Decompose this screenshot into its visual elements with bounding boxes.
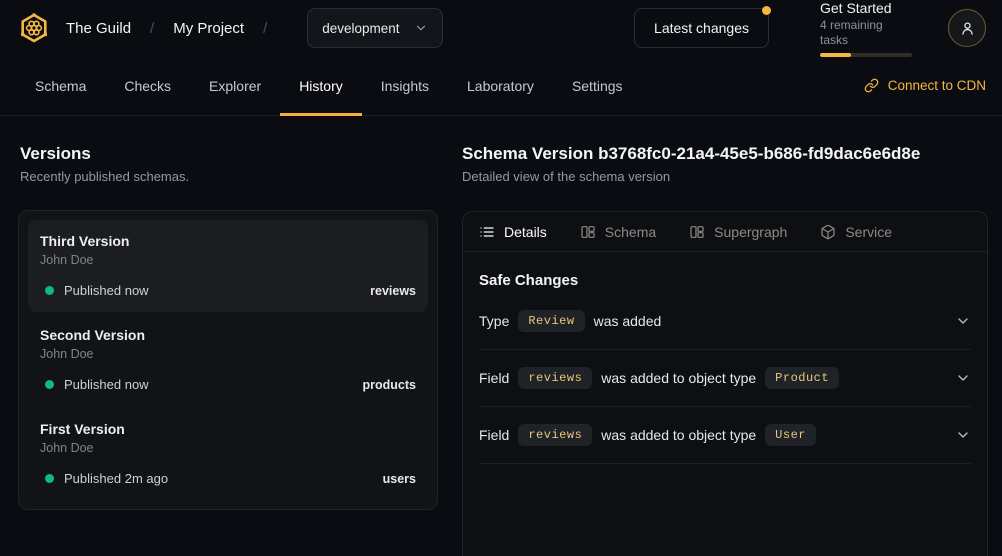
detail-tab-supergraph[interactable]: Supergraph: [689, 224, 787, 240]
header-right-cluster: Latest changes Get Started 4 remaining t…: [634, 0, 986, 57]
change-row-field-product[interactable]: Field reviews was added to object type P…: [479, 350, 971, 407]
chevron-down-icon[interactable]: [955, 313, 971, 329]
main-content: Versions Recently published schemas. Thi…: [0, 116, 1002, 556]
tab-label: Settings: [572, 78, 623, 94]
get-started-title: Get Started: [820, 0, 912, 17]
version-author: John Doe: [40, 347, 416, 361]
change-kind: Type: [479, 313, 509, 329]
schema-version-panel: Schema Version b3768fc0-21a4-45e5-b686-f…: [462, 116, 988, 556]
published-label: Published now: [64, 283, 149, 298]
versions-title: Versions: [20, 144, 438, 164]
change-type-badge: Product: [765, 367, 839, 389]
chevron-down-icon: [414, 21, 428, 35]
version-item-first[interactable]: First Version John Doe Published 2m ago …: [28, 408, 428, 500]
change-row-field-user[interactable]: Field reviews was added to object type U…: [479, 407, 971, 464]
version-status-row: Published 2m ago users: [40, 471, 416, 486]
version-author: John Doe: [40, 441, 416, 455]
tab-label: Schema: [35, 78, 86, 94]
list-icon: [479, 224, 495, 240]
breadcrumb-org[interactable]: The Guild: [66, 20, 131, 37]
hive-logo-icon[interactable]: [16, 10, 52, 46]
connect-to-cdn-link[interactable]: Connect to CDN: [864, 56, 986, 115]
schema-version-detail-card: Details Schema Sup: [462, 211, 988, 556]
version-name: Third Version: [40, 232, 416, 250]
link-icon: [864, 78, 879, 93]
change-kind: Field: [479, 370, 509, 386]
target-dropdown-value: development: [322, 21, 399, 36]
published-label: Published now: [64, 377, 149, 392]
change-description: was added to object type: [601, 427, 756, 443]
tab-history[interactable]: History: [280, 56, 362, 115]
chevron-down-icon[interactable]: [955, 370, 971, 386]
safe-changes-heading: Safe Changes: [463, 252, 987, 293]
published-label: Published 2m ago: [64, 471, 168, 486]
service-name: products: [363, 378, 416, 392]
tab-label: Checks: [124, 78, 171, 94]
versions-panel: Versions Recently published schemas. Thi…: [18, 116, 438, 556]
detail-tabs: Details Schema Sup: [463, 212, 987, 252]
change-code-badge: Review: [518, 310, 584, 332]
version-item-second[interactable]: Second Version John Doe Published now pr…: [28, 314, 428, 406]
published-status-dot: [45, 380, 54, 389]
change-description: was added to object type: [601, 370, 756, 386]
change-row-type-review[interactable]: Type Review was added: [479, 293, 971, 350]
breadcrumb-separator: /: [263, 20, 267, 37]
versions-subtitle: Recently published schemas.: [20, 169, 438, 184]
breadcrumb-separator: /: [150, 20, 154, 37]
target-navbar: Schema Checks Explorer History Insights …: [0, 56, 1002, 116]
tab-insights[interactable]: Insights: [362, 56, 448, 115]
app-header: The Guild / My Project / development Lat…: [0, 0, 1002, 56]
get-started-tasks: 4 remaining tasks: [820, 18, 912, 48]
schema-version-title: Schema Version b3768fc0-21a4-45e5-b686-f…: [462, 144, 988, 164]
tab-label: Laboratory: [467, 78, 534, 94]
detail-tab-service[interactable]: Service: [820, 224, 892, 240]
change-kind: Field: [479, 427, 509, 443]
tab-label: Insights: [381, 78, 429, 94]
tab-settings[interactable]: Settings: [553, 56, 642, 115]
latest-changes-button[interactable]: Latest changes: [634, 8, 769, 48]
detail-tab-label: Schema: [605, 224, 656, 240]
version-item-third[interactable]: Third Version John Doe Published now rev…: [28, 220, 428, 312]
notification-dot: [762, 6, 771, 15]
tab-schema[interactable]: Schema: [16, 56, 105, 115]
user-avatar[interactable]: [948, 9, 986, 47]
tab-laboratory[interactable]: Laboratory: [448, 56, 553, 115]
target-dropdown[interactable]: development: [307, 8, 442, 48]
detail-tab-label: Supergraph: [714, 224, 787, 240]
get-started-progress-fill: [820, 53, 851, 57]
version-author: John Doe: [40, 253, 416, 267]
published-status-dot: [45, 474, 54, 483]
tab-label: Explorer: [209, 78, 261, 94]
version-name: Second Version: [40, 326, 416, 344]
connect-to-cdn-label: Connect to CDN: [888, 78, 986, 93]
latest-changes-label: Latest changes: [654, 20, 749, 36]
user-icon: [959, 20, 976, 37]
changes-list: Type Review was added Field reviews was …: [463, 293, 987, 464]
service-name: users: [383, 472, 416, 486]
panels-icon: [580, 224, 596, 240]
change-type-badge: User: [765, 424, 816, 446]
detail-tab-label: Service: [845, 224, 892, 240]
versions-list: Third Version John Doe Published now rev…: [18, 210, 438, 510]
published-status-dot: [45, 286, 54, 295]
schema-version-subtitle: Detailed view of the schema version: [462, 169, 988, 184]
version-status-row: Published now products: [40, 377, 416, 392]
detail-tab-details[interactable]: Details: [479, 224, 547, 240]
panels-icon: [689, 224, 705, 240]
get-started-widget[interactable]: Get Started 4 remaining tasks: [820, 0, 912, 57]
detail-tab-schema[interactable]: Schema: [580, 224, 656, 240]
version-name: First Version: [40, 420, 416, 438]
version-status-row: Published now reviews: [40, 283, 416, 298]
service-name: reviews: [370, 284, 416, 298]
breadcrumb-project[interactable]: My Project: [173, 20, 244, 37]
tab-checks[interactable]: Checks: [105, 56, 190, 115]
change-code-badge: reviews: [518, 424, 592, 446]
tab-explorer[interactable]: Explorer: [190, 56, 280, 115]
chevron-down-icon[interactable]: [955, 427, 971, 443]
change-code-badge: reviews: [518, 367, 592, 389]
cube-icon: [820, 224, 836, 240]
tab-label: History: [299, 78, 343, 94]
change-description: was added: [594, 313, 662, 329]
detail-tab-label: Details: [504, 224, 547, 240]
